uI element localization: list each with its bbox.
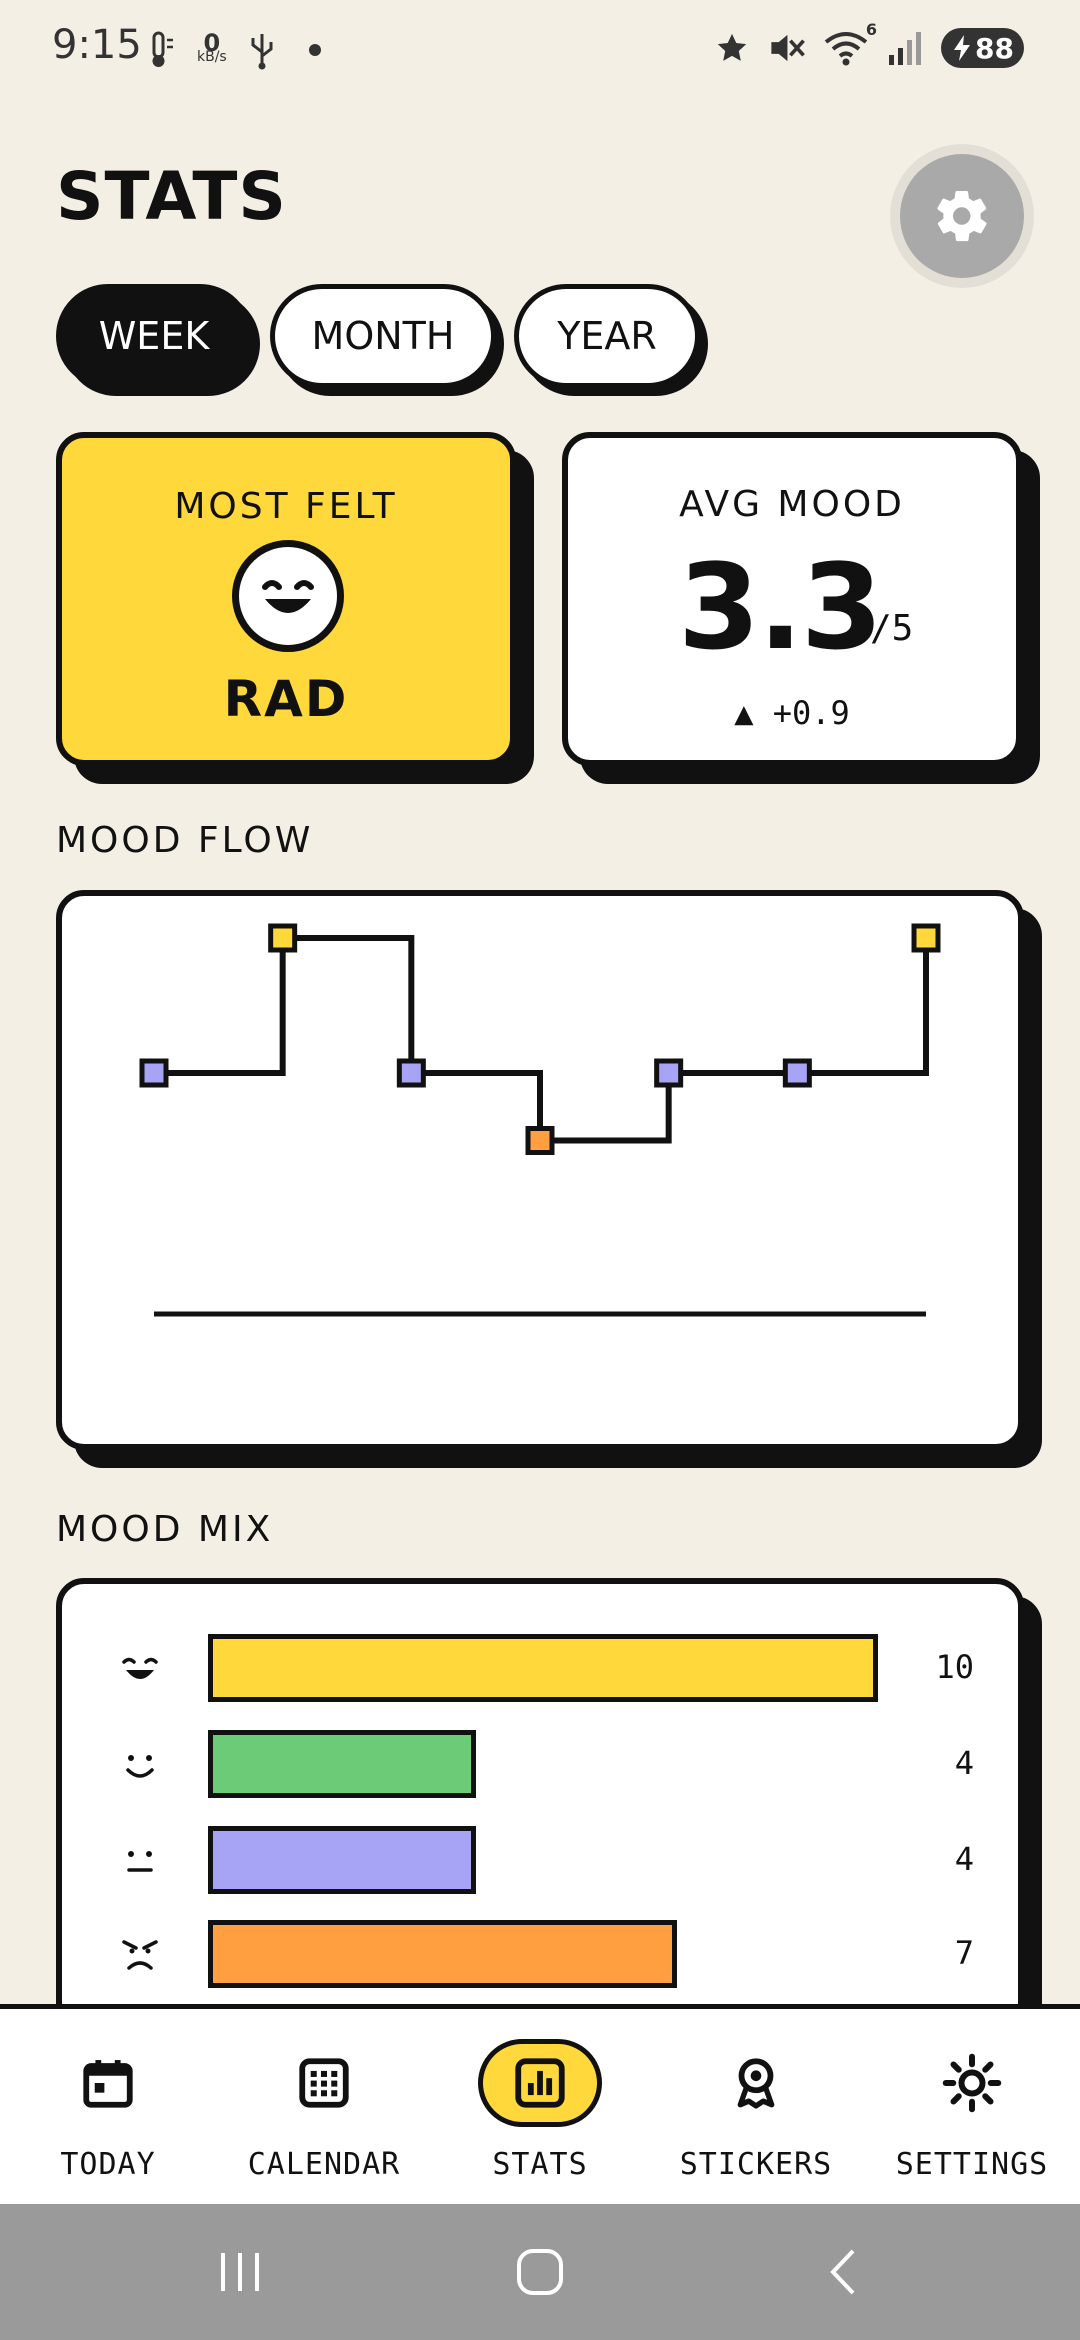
bottom-nav: TODAY CALENDAR STATS STICKERS SETTINGS — [0, 2004, 1080, 2204]
mood-mix-bar-good — [208, 1730, 476, 1798]
most-felt-label: MOST FELT — [174, 486, 398, 527]
mood-flow-card — [56, 890, 1024, 1450]
mood-mix-row-good: 4 — [62, 1730, 1018, 1800]
flow-point-1 — [139, 1058, 169, 1088]
nav-settings-label: SETTINGS — [895, 2147, 1049, 2182]
flow-point-5 — [654, 1058, 684, 1088]
mood-mix-bar-rad — [208, 1634, 878, 1702]
avg-mood-delta: ▲ +0.9 — [734, 694, 850, 732]
network-speed-unit: kB/s — [197, 49, 227, 65]
nav-stats[interactable]: STATS — [432, 2009, 648, 2209]
nav-stickers-label: STICKERS — [679, 2147, 833, 2182]
mood-flow-heading: MOOD FLOW — [56, 820, 314, 861]
nav-calendar-label: CALENDAR — [247, 2147, 401, 2182]
nav-settings-icon-wrap — [910, 2039, 1034, 2127]
avg-mood-label: AVG MOOD — [679, 484, 905, 525]
battery-indicator: 88 — [941, 28, 1024, 68]
period-tabs: WEEK MONTH YEAR — [56, 284, 700, 388]
notification-dot-icon — [308, 44, 321, 56]
back-button[interactable] — [804, 2240, 884, 2304]
mood-mix-count-meh: 4 — [954, 1840, 974, 1878]
mood-mix-row-meh: 4 — [62, 1826, 1018, 1896]
badge-icon — [737, 2058, 775, 2109]
rad-face-icon — [232, 540, 344, 652]
wifi-icon: 6 — [823, 20, 877, 66]
system-nav-bar — [0, 2204, 1080, 2340]
calendar-grid-icon — [299, 2058, 349, 2108]
nav-calendar-icon-wrap — [262, 2039, 386, 2127]
status-bar: 9:15 0 kB/s 6 88 — [0, 0, 1080, 100]
flow-point-4 — [525, 1126, 555, 1155]
mood-mix-count-rad: 10 — [935, 1648, 974, 1686]
mood-flow-chart — [139, 923, 941, 1317]
gear-icon — [937, 190, 987, 242]
flow-point-3 — [396, 1058, 426, 1088]
most-felt-value: RAD — [223, 670, 349, 728]
charging-bolt-icon — [954, 35, 971, 61]
nav-stats-icon-wrap — [478, 2039, 602, 2127]
flow-point-6 — [782, 1058, 812, 1088]
bar-chart-icon — [515, 2058, 565, 2108]
nav-stats-label: STATS — [492, 2147, 588, 2182]
recent-apps-icon — [221, 2253, 259, 2291]
mood-mix-bar-awful — [208, 1920, 677, 1988]
page-title: STATS — [56, 158, 287, 235]
rad-face-icon — [118, 1648, 162, 1692]
flow-point-2 — [268, 923, 298, 953]
tab-year[interactable]: YEAR — [514, 284, 700, 388]
usb-icon — [251, 34, 273, 70]
flow-point-7 — [911, 923, 941, 953]
signal-icon — [889, 32, 922, 65]
recent-apps-button[interactable] — [200, 2240, 280, 2304]
back-icon — [830, 2249, 855, 2295]
status-right-icons: 6 88 — [715, 20, 1024, 68]
network-speed: 0 kB/s — [197, 29, 227, 65]
nav-today-label: TODAY — [60, 2147, 156, 2182]
avg-mood-out-of: /5 — [870, 608, 914, 649]
mood-mix-heading: MOOD MIX — [56, 1509, 274, 1550]
tab-week[interactable]: WEEK — [56, 284, 252, 388]
network-speed-value: 0 — [203, 29, 221, 57]
awful-face-icon — [118, 1934, 162, 1978]
tab-month[interactable]: MONTH — [270, 284, 496, 388]
battery-level: 88 — [975, 31, 1014, 65]
most-felt-card: MOST FELT RAD — [56, 432, 516, 766]
nav-today-icon-wrap — [46, 2039, 170, 2127]
mute-icon — [771, 34, 805, 62]
mood-mix-count-awful: 7 — [954, 1934, 974, 1972]
wifi-badge: 6 — [865, 20, 878, 39]
calendar-day-icon — [83, 2060, 133, 2108]
mood-mix-row-awful: 7 — [62, 1920, 1018, 1990]
nav-today[interactable]: TODAY — [0, 2009, 216, 2209]
mood-mix-count-good: 4 — [954, 1744, 974, 1782]
nav-stickers-icon-wrap — [694, 2039, 818, 2127]
flow-line — [154, 935, 929, 1144]
status-time: 9:15 — [52, 22, 142, 68]
nav-stickers[interactable]: STICKERS — [648, 2009, 864, 2209]
settings-button[interactable] — [890, 144, 1034, 288]
home-button[interactable] — [500, 2240, 580, 2304]
avg-mood-card: AVG MOOD 3.3 /5 ▲ +0.9 — [562, 432, 1022, 766]
home-icon — [517, 2249, 563, 2295]
sun-gear-icon — [942, 2053, 1002, 2113]
settings-button-inner — [900, 154, 1024, 278]
nav-settings[interactable]: SETTINGS — [864, 2009, 1080, 2209]
mood-mix-bar-meh — [208, 1826, 476, 1894]
meh-face-icon — [118, 1840, 162, 1884]
status-left-icons: 0 kB/s — [145, 30, 321, 70]
star-icon — [717, 33, 747, 61]
mood-mix-row-rad: 10 — [62, 1634, 1018, 1704]
thermometer-icon — [152, 31, 173, 67]
good-face-icon — [118, 1744, 162, 1788]
nav-calendar[interactable]: CALENDAR — [216, 2009, 432, 2209]
avg-mood-value: 3.3 — [678, 538, 883, 676]
